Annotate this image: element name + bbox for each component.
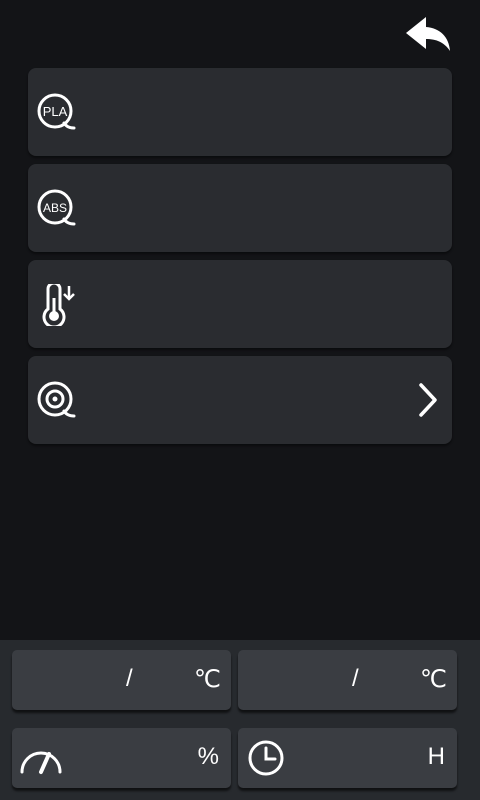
chevron-right-icon [419, 383, 437, 417]
time-tile[interactable]: H [238, 728, 457, 788]
svg-text:ABS: ABS [43, 201, 67, 215]
status-panel: / ℃ / ℃ % H [0, 640, 480, 800]
speed-gauge-icon [20, 751, 62, 774]
abs-filament-icon: ABS [36, 188, 78, 230]
speed-unit: % [197, 743, 219, 770]
svg-text:PLA: PLA [43, 104, 68, 119]
time-unit: H [427, 743, 445, 770]
menu-item-cooldown[interactable] [28, 260, 452, 348]
screen: PLA ABS / ℃ / ℃ % H [0, 0, 480, 800]
nozzle-temp-tile[interactable]: / ℃ [12, 650, 231, 710]
clock-icon [248, 740, 284, 776]
back-button[interactable] [398, 10, 458, 60]
cooldown-thermometer-icon [36, 284, 78, 326]
menu-item-abs[interactable]: ABS [28, 164, 452, 252]
menu-item-pla[interactable]: PLA [28, 68, 452, 156]
nozzle-temp-separator: / [126, 665, 133, 692]
back-arrow-icon [406, 17, 450, 51]
menu-list: PLA ABS [28, 68, 452, 452]
bed-temp-tile[interactable]: / ℃ [238, 650, 457, 710]
menu-item-filament[interactable] [28, 356, 452, 444]
pla-filament-icon: PLA [36, 92, 78, 134]
bed-temp-separator: / [352, 665, 359, 692]
speed-tile[interactable]: % [12, 728, 231, 788]
nozzle-temp-unit: ℃ [194, 666, 221, 693]
filament-spool-icon [36, 380, 78, 422]
bed-temp-unit: ℃ [420, 666, 447, 693]
